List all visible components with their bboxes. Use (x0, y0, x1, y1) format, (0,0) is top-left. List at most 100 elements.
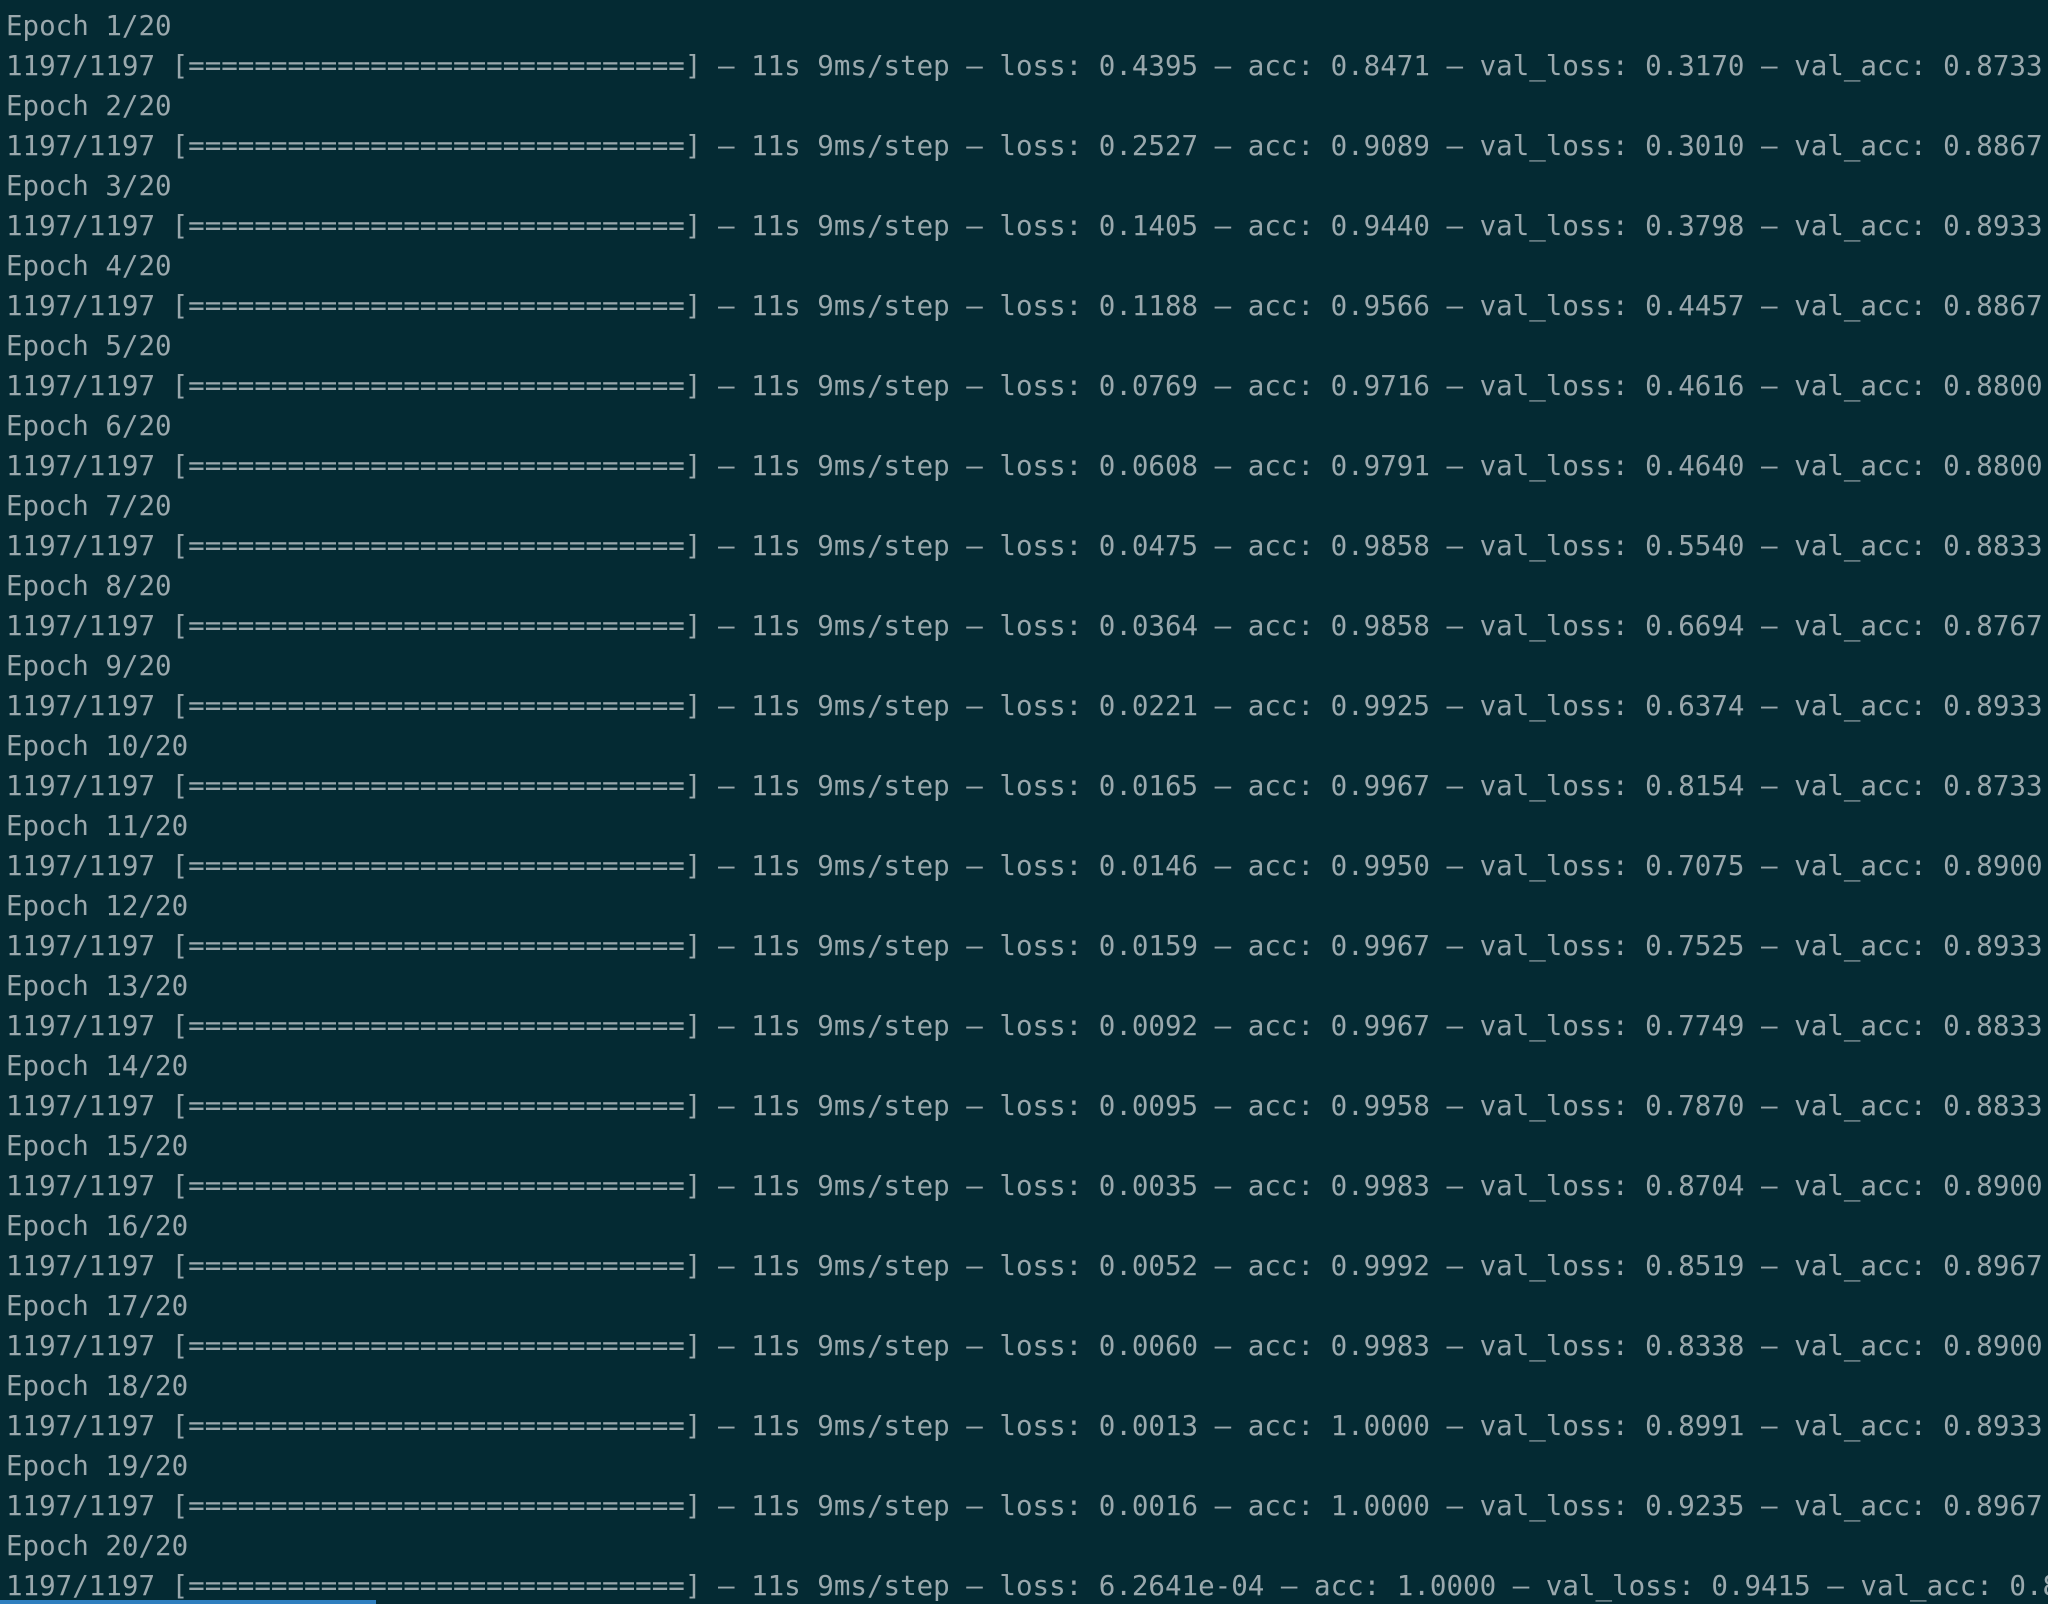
log-separator: – (701, 1570, 752, 1602)
log-separator: – val_acc: (1744, 1170, 1944, 1202)
log-separator: – val_acc: (1744, 50, 1944, 82)
log-separator: – loss: (949, 1250, 1099, 1282)
loss-value: 0.1188 (1098, 290, 1199, 322)
progress-bar: [==============================] (171, 610, 702, 642)
log-separator: – loss: (949, 210, 1099, 242)
log-separator: – val_acc: (1744, 290, 1944, 322)
log-separator: – (701, 210, 752, 242)
terminal-window[interactable]: Epoch 1/20 1197/1197 [===================… (0, 0, 2048, 1604)
epoch-header: Epoch 10/20 (6, 730, 189, 762)
epoch-header: Epoch 4/20 (6, 250, 172, 282)
log-separator: – loss: (949, 1090, 1099, 1122)
epoch-header: Epoch 7/20 (6, 490, 172, 522)
log-separator: – acc: (1198, 1250, 1331, 1282)
progress-count: 1197/1197 (6, 1410, 156, 1442)
log-separator: – (701, 130, 752, 162)
log-separator: – acc: (1198, 930, 1331, 962)
progress-bar: [==============================] (171, 850, 702, 882)
progress-bar: [==============================] (171, 1090, 702, 1122)
step-timing: 11s 9ms/step (751, 690, 950, 722)
epoch-progress-line: 1197/1197 [=============================… (6, 686, 2048, 726)
epoch-header: Epoch 2/20 (6, 90, 172, 122)
log-separator: – val_acc: (1744, 770, 1944, 802)
loss-value: 0.2527 (1098, 130, 1199, 162)
log-separator: – val_acc: (1744, 930, 1944, 962)
epoch-header: Epoch 6/20 (6, 410, 172, 442)
loss-value: 0.0165 (1098, 770, 1199, 802)
step-timing: 11s 9ms/step (751, 1570, 950, 1602)
epoch-header: Epoch 11/20 (6, 810, 189, 842)
acc-value: 0.9958 (1330, 1090, 1430, 1122)
log-separator: – (701, 1250, 752, 1282)
epoch-progress-line: 1197/1197 [=============================… (6, 926, 2048, 966)
log-separator: – val_acc: (1744, 1330, 1944, 1362)
val-acc-value: 0.8967 (1943, 1250, 2043, 1282)
progress-count: 1197/1197 (6, 1570, 156, 1602)
val-loss-value: 0.7749 (1645, 1010, 1745, 1042)
progress-count: 1197/1197 (6, 610, 156, 642)
step-timing: 11s 9ms/step (751, 930, 950, 962)
log-separator: – acc: (1198, 1490, 1331, 1522)
val-loss-value: 0.3010 (1645, 130, 1745, 162)
log-separator: – val_loss: (1429, 610, 1646, 642)
acc-value: 0.9925 (1330, 690, 1430, 722)
acc-value: 0.8471 (1330, 50, 1430, 82)
step-timing: 11s 9ms/step (751, 290, 950, 322)
log-separator: – loss: (949, 1490, 1099, 1522)
progress-count: 1197/1197 (6, 1010, 156, 1042)
log-separator: – val_acc: (1744, 1010, 1944, 1042)
log-separator: – (701, 530, 752, 562)
step-timing: 11s 9ms/step (751, 1250, 950, 1282)
log-separator: – val_loss: (1429, 130, 1646, 162)
val-acc-value: 0.8833 (1943, 1010, 2043, 1042)
acc-value: 0.9566 (1330, 290, 1430, 322)
log-separator: – val_acc: (1744, 1490, 1944, 1522)
scroll-indicator[interactable] (0, 1600, 376, 1604)
log-separator: – (701, 770, 752, 802)
progress-count: 1197/1197 (6, 530, 156, 562)
log-separator: – val_loss: (1429, 1010, 1646, 1042)
acc-value: 0.9983 (1330, 1170, 1430, 1202)
log-separator (155, 1330, 172, 1362)
progress-count: 1197/1197 (6, 130, 156, 162)
progress-bar: [==============================] (171, 370, 702, 402)
loss-value: 0.0146 (1098, 850, 1199, 882)
progress-count: 1197/1197 (6, 210, 156, 242)
progress-bar: [==============================] (171, 930, 702, 962)
log-separator: – acc: (1198, 610, 1331, 642)
log-separator (155, 1410, 172, 1442)
log-separator: – val_acc: (1744, 130, 1944, 162)
log-separator: – loss: (949, 450, 1099, 482)
epoch-progress-line: 1197/1197 [=============================… (6, 366, 2048, 406)
log-separator (155, 1490, 172, 1522)
epoch-header: Epoch 19/20 (6, 1450, 189, 1482)
log-separator: – val_loss: (1429, 290, 1646, 322)
log-separator: – acc: (1198, 1410, 1331, 1442)
epoch-progress-line: 1197/1197 [=============================… (6, 606, 2048, 646)
val-acc-value: 0.8900 (1943, 850, 2043, 882)
log-separator (155, 690, 172, 722)
log-separator: – val_acc: (1744, 1410, 1944, 1442)
log-separator: – (701, 1330, 752, 1362)
epoch-progress-line: 1197/1197 [=============================… (6, 1566, 2048, 1604)
progress-count: 1197/1197 (6, 370, 156, 402)
acc-value: 0.9089 (1330, 130, 1430, 162)
val-acc-value: 0.8800 (1943, 370, 2043, 402)
val-acc-value: 0.8733 (1943, 770, 2043, 802)
loss-value: 0.0016 (1098, 1490, 1199, 1522)
progress-bar: [==============================] (171, 50, 702, 82)
val-loss-value: 0.6694 (1645, 610, 1745, 642)
log-separator: – val_loss: (1429, 1490, 1646, 1522)
acc-value: 0.9967 (1330, 930, 1430, 962)
log-separator: – val_loss: (1429, 690, 1646, 722)
progress-bar: [==============================] (171, 1010, 702, 1042)
log-separator: – val_acc: (1744, 370, 1944, 402)
log-separator: – (701, 850, 752, 882)
log-separator: – acc: (1198, 1330, 1331, 1362)
log-separator (155, 530, 172, 562)
step-timing: 11s 9ms/step (751, 530, 950, 562)
progress-bar: [==============================] (171, 1410, 702, 1442)
progress-count: 1197/1197 (6, 290, 156, 322)
step-timing: 11s 9ms/step (751, 450, 950, 482)
acc-value: 1.0000 (1330, 1490, 1430, 1522)
